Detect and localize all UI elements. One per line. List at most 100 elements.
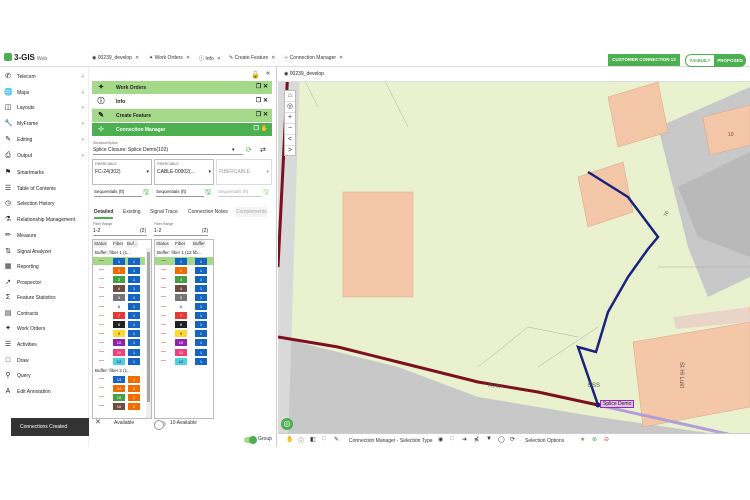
save-icon[interactable]: 🖫 [205,188,211,199]
tab-signal-trace[interactable]: Signal Trace [150,207,178,217]
fiber-row[interactable]: —11 1 [155,348,213,356]
buffer-group-header[interactable]: Buffer: fiber 1 (1... [95,249,131,257]
tab-connection-manager[interactable]: ⊹ Connection Manager ✕ [284,55,343,65]
scrollbar[interactable] [146,248,151,418]
column-header[interactable]: Status [156,240,169,248]
panel-item-work-orders[interactable]: ✦ Work Orders ❐ ✕ [92,81,272,95]
group-toggle[interactable] [244,436,257,444]
close-icon[interactable]: ✕ [186,55,190,61]
info-icon[interactable]: ⓘ [298,436,304,445]
locate-icon[interactable]: ◎ [285,102,295,113]
close-icon[interactable]: ✕ [135,55,139,61]
sidebar-item-measure[interactable]: ✏ Measure [4,230,88,242]
fiber-row[interactable]: — 9 1 [93,330,145,338]
zoom-out-icon[interactable]: − [285,124,295,135]
panel-item-connection-manager[interactable]: ⊹ Connection Manager ❐ ✋ [92,123,272,137]
forward-icon[interactable]: > [285,146,295,157]
pencil-icon[interactable]: ✎ [334,436,339,443]
left-range-input[interactable]: 1-2 [93,228,147,236]
sidebar-item-relationship-management[interactable]: ⚗ Relationship Management [4,214,88,226]
column-header[interactable]: Status [94,240,107,248]
sidebar-item-feature-statistics[interactable]: Σ Feature Statistics [4,292,88,304]
mid-cable-select[interactable]: FIBERCABLE CABLE-00002(... ▾ [154,159,214,185]
sidebar-item-signal-analyzer[interactable]: ⇅ Signal Analyzer [4,246,88,258]
fiber-row[interactable]: — 13 2 [93,375,145,383]
line-select-icon[interactable]: ➜ [462,436,467,443]
fiber-row[interactable]: — 1 1 [155,257,213,266]
save-icon[interactable]: 🖫 [263,188,269,199]
sidebar-item-maps[interactable]: 🌐 Maps › [4,87,88,99]
refresh-icon[interactable]: ⟳ [246,146,252,154]
buffer-group-header[interactable]: Buffer: fiber 2 (1... [95,367,131,375]
sidebar-item-reporting[interactable]: ▦ Reporting [4,261,88,273]
column-header[interactable]: Buffer [193,240,205,248]
zoom-in-icon[interactable]: + [285,113,295,124]
column-header[interactable]: Fiber [175,240,186,248]
tab-existing[interactable]: Existing [123,207,141,217]
polygon-select-icon[interactable]: ▼ [486,436,492,442]
rect-select-icon[interactable]: □ [450,436,454,442]
sidebar-item-layouts[interactable]: ◫ Layouts › [4,102,88,114]
home-icon[interactable]: ⌂ [285,91,295,102]
fiber-row[interactable]: — 1 1 [93,257,145,266]
tab-00239-develop[interactable]: ◉ 00239_develop ✕ [92,55,139,65]
close-icon[interactable]: ✕ [339,55,343,61]
tab-detailed[interactable]: Detailed [94,207,114,219]
available-toggle[interactable] [154,420,166,430]
back-icon[interactable]: < [285,135,295,146]
sidebar-item-work-orders[interactable]: ✦ Work Orders [4,323,88,335]
fiber-row[interactable]: — 2 1 [93,266,145,274]
sidebar-item-edit-annotation[interactable]: A Edit Annotation [4,386,88,398]
fiber-row[interactable]: — 4 1 [155,284,213,292]
sidebar-item-telecom[interactable]: ✆ Telecom › [4,71,88,83]
fiber-row[interactable]: — 14 2 [93,384,145,392]
tab-work-orders[interactable]: ✦ Work Orders ✕ [149,55,190,65]
swap-icon[interactable]: ⇄ [260,146,266,154]
tab-create-feature[interactable]: ✎ Create Feature ✕ [229,55,275,65]
fiber-row[interactable]: — 9 1 [155,330,213,338]
sidebar-item-query[interactable]: ⚲ Query [4,370,88,382]
polyline-select-icon[interactable]: ⋠ [474,436,479,443]
fiber-row[interactable]: — 5 1 [93,293,145,301]
collapse-icon[interactable]: « [266,70,270,77]
sidebar-item-selection-history[interactable]: ◷ Selection History [4,198,88,210]
select-icon[interactable]: ◧ [310,436,316,443]
left-fiber-grid[interactable]: Status Fiber Buf... Buffer: fiber 1 (1..… [92,239,152,419]
panel-item-info[interactable]: ⓘ Info ❐ ✕ [92,95,272,109]
close-icon[interactable]: ✕ [217,56,221,62]
right-range-input[interactable]: 1-2 [154,228,208,236]
right-cable-select[interactable]: FIBERCABLE ▾ [216,159,272,185]
sidebar-item-prospector[interactable]: ↗ Prospector [4,277,88,289]
lasso-select-icon[interactable]: ⟳ [510,436,515,443]
sidebar-item-smartmarks[interactable]: ⚑ Smartmarks [4,167,88,179]
panel-item-create-feature[interactable]: ✎ Create Feature ❐ ✕ [92,109,272,123]
fiber-row[interactable]: — 6 1 [155,303,213,311]
left-cable-select[interactable]: FIBERCABLE FC-24(302) ▾ [92,159,152,185]
fiber-row[interactable]: —10 1 [155,339,213,347]
tab-complements[interactable]: Complements [236,207,267,217]
hand-icon[interactable]: ✋ [286,436,293,443]
close-icon[interactable]: ✕ [271,55,275,61]
buffer-group-header[interactable]: Buffer: fiber 1 (12 fib... [157,249,201,257]
sidebar-item-activities[interactable]: ☰ Activities [4,339,88,351]
sidebar-item-table-of-contents[interactable]: ☰ Table of Contents [4,183,88,195]
column-header[interactable]: Fiber [113,240,124,248]
sidebar-item-contracts[interactable]: ▤ Contracts [4,308,88,320]
fiber-row[interactable]: — 6 1 [93,303,145,311]
fiber-row[interactable]: —10 1 [93,339,145,347]
fiber-row[interactable]: —12 1 [93,357,145,365]
fiber-row[interactable]: — 3 1 [155,275,213,283]
fiber-row[interactable]: —12 1 [155,357,213,365]
lock-icon[interactable]: 🔓 [251,71,260,79]
sidebar-item-draw[interactable]: □ Draw [4,355,88,367]
fiber-row[interactable]: — 16 2 [93,402,145,410]
fiber-row[interactable]: — 4 1 [93,284,145,292]
tab-info[interactable]: ⓘ Info ✕ [199,55,221,65]
star-icon[interactable]: ★ [580,436,585,443]
map-view[interactable]: Splice Demo ESS (B) III St Hi Lukt 10 76 [278,67,750,447]
sidebar-item-output[interactable]: ⎙ Output › [4,150,88,162]
add-icon[interactable]: ⊕ [592,436,597,443]
window-close-icon[interactable]: ❐ ✕ [256,81,268,94]
right-sequentials[interactable]: Sequentials (ft) [218,189,262,197]
fiber-row[interactable]: — 15 2 [93,393,145,401]
